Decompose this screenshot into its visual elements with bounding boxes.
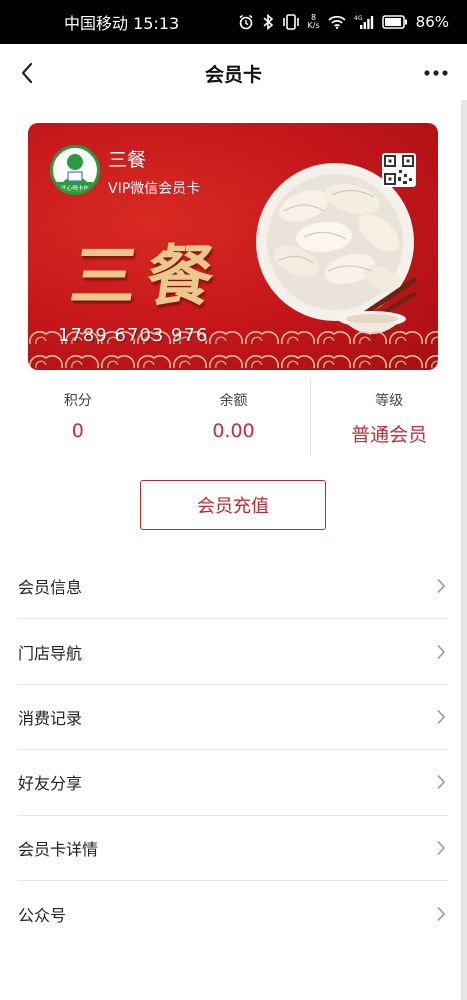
menu-item-label: 消费记录 (18, 708, 83, 728)
net-speed: 8 K/s (308, 14, 320, 30)
stat-label: 等级 (375, 393, 404, 409)
chevron-right-icon (434, 708, 448, 726)
net-speed-unit: K/s (307, 21, 320, 30)
chevron-right-icon (434, 643, 448, 661)
menu-item-official-account[interactable]: 公众号 (18, 881, 448, 946)
brand-logo: 开心喝卡包 (50, 145, 100, 195)
member-stats: 积分 0 余额 0.00 等级 普通会员 (0, 378, 467, 456)
more-button[interactable] (421, 58, 451, 88)
nav-bar: 会员卡 (0, 44, 467, 102)
qr-code-icon[interactable] (382, 153, 416, 187)
bluetooth-icon (262, 13, 274, 31)
menu-list: 会员信息 门店导航 消费记录 好友分享 会员卡详情 公众号 (18, 554, 448, 946)
member-card[interactable]: 开心喝卡包 三餐 VIP微信会员卡 三餐 1789 6703 976 (28, 123, 438, 370)
chevron-right-icon (434, 839, 448, 857)
menu-item-label: 公众号 (18, 905, 67, 925)
stat-value: 普通会员 (351, 424, 428, 446)
menu-item-purchase-history[interactable]: 消费记录 (18, 685, 448, 751)
menu-item-label: 会员信息 (18, 578, 83, 598)
page-title: 会员卡 (204, 63, 262, 86)
card-type-label: VIP微信会员卡 (108, 181, 201, 197)
stat-divider (310, 378, 311, 456)
status-bar: 中国移动 15:13 8 K/s 4G 86% (0, 0, 467, 44)
signal-icon: 4G (354, 14, 374, 30)
battery-percent: 86% (415, 13, 449, 31)
menu-item-card-details[interactable]: 会员卡详情 (18, 816, 448, 881)
stat-points[interactable]: 积分 0 (0, 378, 156, 456)
battery-icon (381, 15, 408, 29)
status-icons: 8 K/s 4G 86% (238, 13, 449, 31)
menu-item-label: 门店导航 (18, 643, 83, 663)
card-number: 1789 6703 976 (58, 325, 209, 346)
carrier-time: 中国移动 15:13 (64, 14, 180, 33)
qr-code-graphic (384, 155, 414, 185)
back-arrow-icon (21, 62, 33, 84)
stat-value: 0 (71, 420, 84, 442)
menu-item-label: 好友分享 (18, 774, 83, 794)
stat-value: 0.00 (212, 420, 255, 442)
card-calligraphy-title: 三餐 (65, 237, 229, 315)
stat-balance[interactable]: 余额 0.00 (156, 378, 312, 456)
stat-level[interactable]: 等级 普通会员 (311, 378, 467, 456)
recharge-button[interactable]: 会员充值 (140, 480, 326, 530)
menu-item-store-navigation[interactable]: 门店导航 (18, 619, 448, 685)
chevron-right-icon (434, 577, 448, 595)
scrollbar[interactable] (461, 100, 467, 1000)
alarm-icon (238, 14, 254, 30)
stat-label: 余额 (219, 393, 248, 409)
menu-item-member-info[interactable]: 会员信息 (18, 554, 448, 620)
chevron-right-icon (434, 773, 448, 791)
vibrate-icon (282, 14, 300, 30)
wifi-icon (328, 15, 346, 29)
stat-label: 积分 (63, 393, 92, 409)
card-brand-name: 三餐 (108, 149, 147, 171)
menu-item-label: 会员卡详情 (18, 839, 99, 859)
logo-caption: 开心喝卡包 (61, 184, 89, 192)
network-type: 4G (354, 15, 363, 22)
more-dots-icon (424, 70, 448, 76)
chevron-right-icon (434, 905, 448, 923)
brand-logo-icon: 开心喝卡包 (53, 154, 97, 192)
back-button[interactable] (10, 56, 44, 90)
menu-item-share-friends[interactable]: 好友分享 (18, 750, 448, 816)
